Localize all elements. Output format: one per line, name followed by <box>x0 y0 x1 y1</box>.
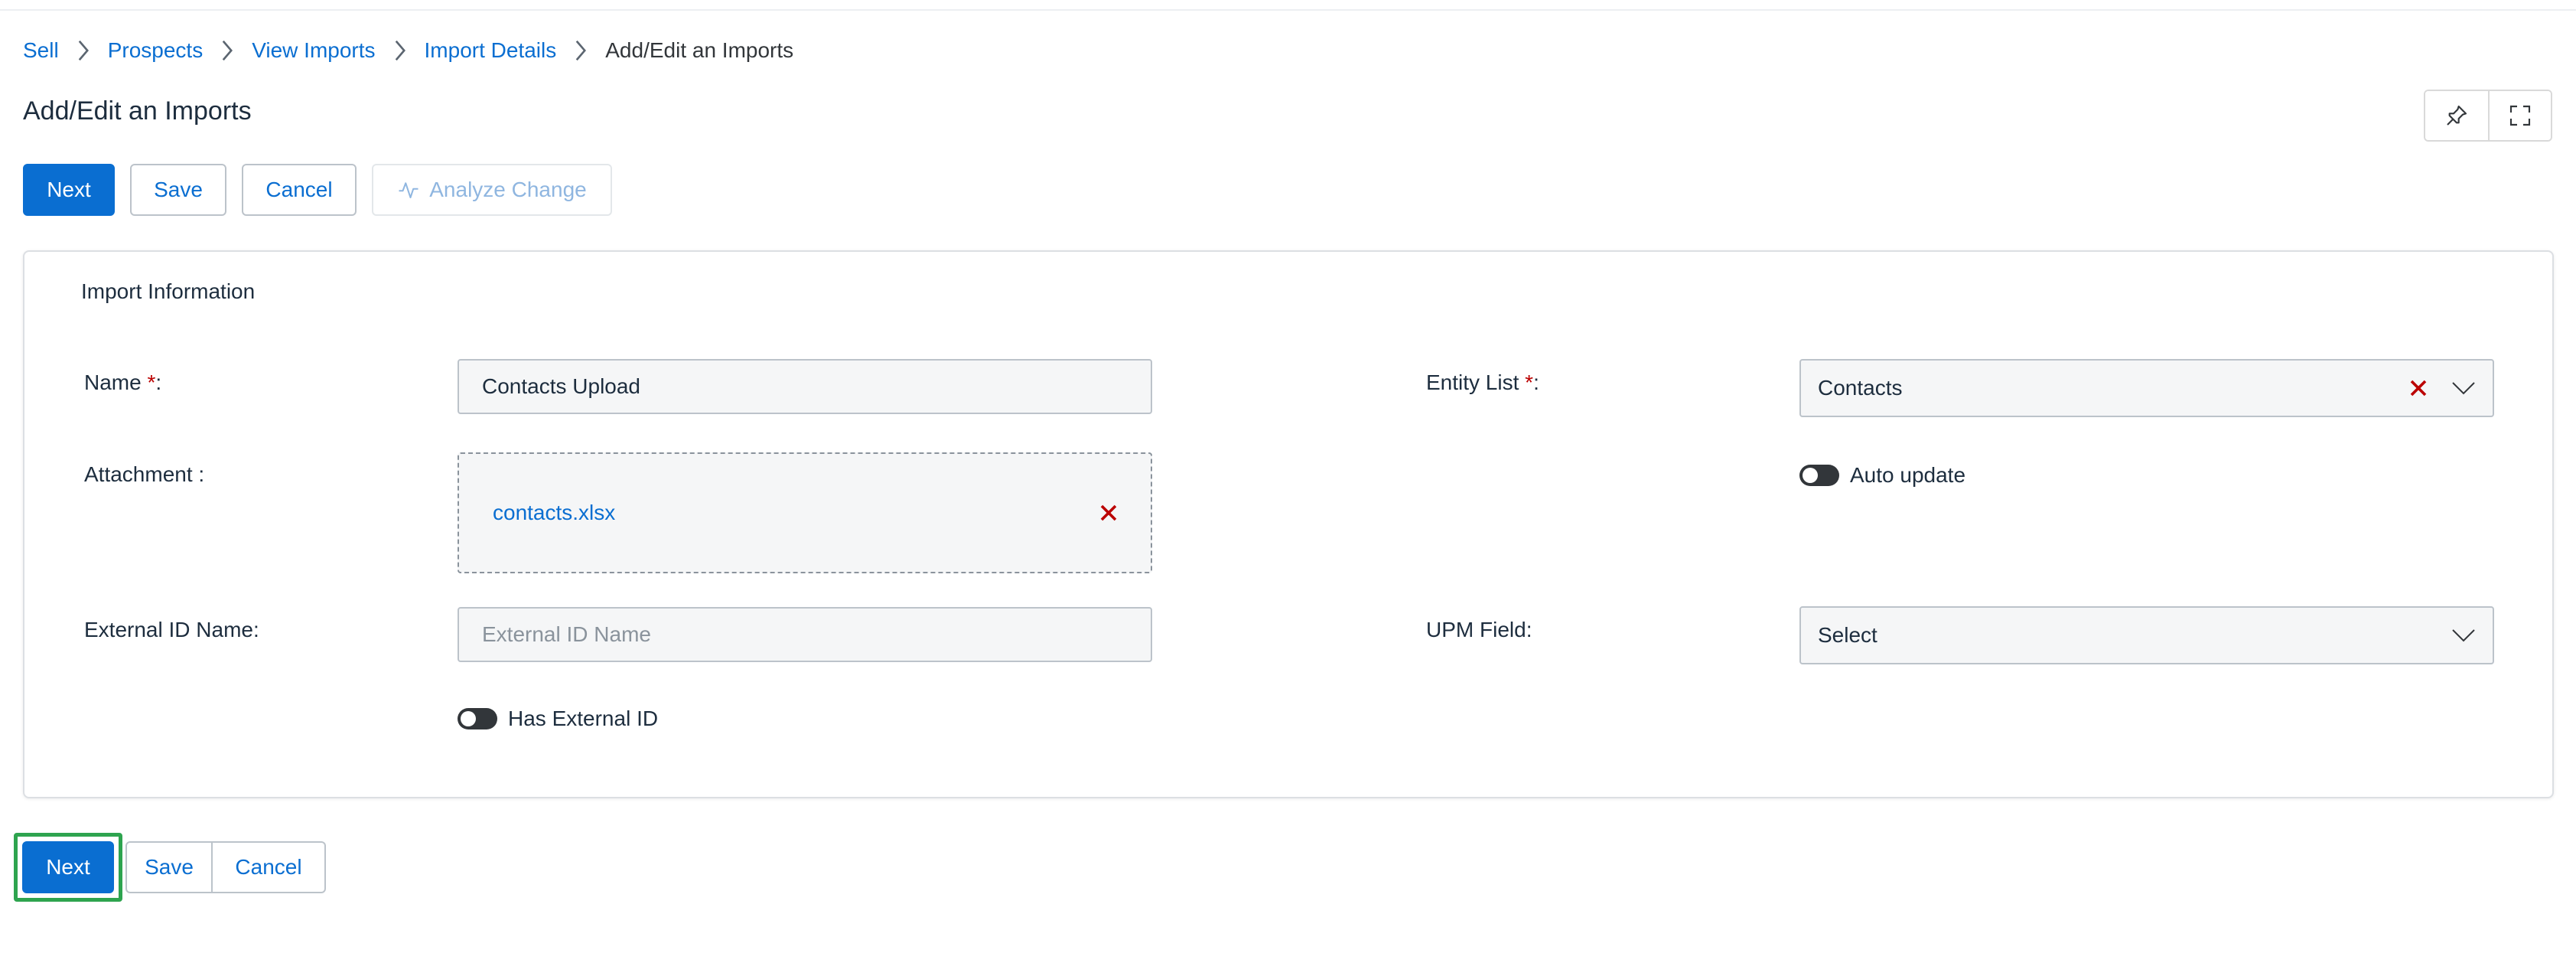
upm-field-value: Select <box>1818 623 1877 647</box>
footer-save-button[interactable]: Save <box>125 841 213 893</box>
section-title: Import Information <box>81 279 256 303</box>
has-external-id-switch[interactable] <box>458 708 497 729</box>
auto-update-toggle-row: Auto update <box>1799 463 1965 488</box>
name-label: Name *: <box>84 370 162 394</box>
footer-next-button[interactable]: Next <box>22 841 114 893</box>
chevron-right-icon <box>556 40 605 61</box>
focus-highlight: Next <box>14 833 122 902</box>
chevron-right-icon <box>203 40 252 61</box>
breadcrumb: Sell Prospects View Imports Import Detai… <box>23 35 793 66</box>
save-button[interactable]: Save <box>130 164 226 216</box>
clear-icon[interactable] <box>2407 377 2430 400</box>
pin-button[interactable] <box>2425 91 2488 140</box>
breadcrumb-item-import-details[interactable]: Import Details <box>425 38 557 63</box>
required-mark: * <box>147 370 156 394</box>
fullscreen-icon <box>2509 105 2531 126</box>
name-field[interactable]: Contacts Upload <box>458 359 1152 414</box>
external-id-name-placeholder: External ID Name <box>482 622 651 646</box>
footer-toolbar: Next Save Cancel <box>14 833 326 902</box>
has-external-id-label: Has External ID <box>508 707 659 730</box>
entity-list-select[interactable]: Contacts <box>1799 359 2494 417</box>
entity-list-label: Entity List *: <box>1426 370 1539 394</box>
breadcrumb-item-sell[interactable]: Sell <box>23 38 59 63</box>
next-button[interactable]: Next <box>23 164 115 216</box>
required-mark: * <box>1525 370 1534 394</box>
chevron-down-icon <box>2452 629 2475 642</box>
attachment-label: Attachment : <box>84 462 205 486</box>
pin-icon <box>2447 105 2467 126</box>
top-divider <box>0 0 2576 11</box>
activity-icon <box>399 182 418 198</box>
attachment-dropzone[interactable]: contacts.xlsx <box>458 452 1152 573</box>
upm-field-label: UPM Field: <box>1426 618 1532 641</box>
page-title: Add/Edit an Imports <box>23 96 252 126</box>
chevron-down-icon <box>2452 382 2475 395</box>
external-id-name-field[interactable]: External ID Name <box>458 607 1152 662</box>
has-external-id-toggle-row: Has External ID <box>458 707 658 731</box>
upm-field-select[interactable]: Select <box>1799 606 2494 664</box>
remove-attachment-icon[interactable] <box>1097 501 1120 524</box>
chevron-right-icon <box>59 40 108 61</box>
attachment-file-link[interactable]: contacts.xlsx <box>493 501 1097 525</box>
chevron-right-icon <box>376 40 425 61</box>
import-information-panel: Import Information Name *: Contacts Uplo… <box>23 250 2554 798</box>
cancel-button[interactable]: Cancel <box>242 164 357 216</box>
header-actions <box>2424 90 2552 142</box>
auto-update-switch[interactable] <box>1799 465 1839 486</box>
analyze-change-label: Analyze Change <box>429 178 587 201</box>
external-id-name-label: External ID Name: <box>84 618 259 641</box>
footer-button-group: Save Cancel <box>125 841 326 893</box>
footer-cancel-button[interactable]: Cancel <box>213 841 326 893</box>
breadcrumb-current: Add/Edit an Imports <box>605 38 794 62</box>
name-field-value: Contacts Upload <box>482 374 641 398</box>
analyze-change-button[interactable]: Analyze Change <box>372 164 612 216</box>
auto-update-label: Auto update <box>1850 463 1966 487</box>
fullscreen-button[interactable] <box>2488 91 2551 140</box>
entity-list-value: Contacts <box>1818 376 1903 400</box>
breadcrumb-item-view-imports[interactable]: View Imports <box>252 38 375 63</box>
top-toolbar: Next Save Cancel Analyze Change <box>23 164 612 216</box>
breadcrumb-item-prospects[interactable]: Prospects <box>108 38 204 63</box>
